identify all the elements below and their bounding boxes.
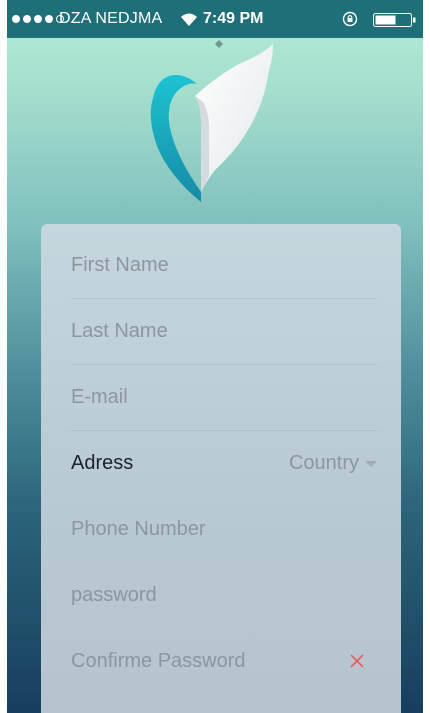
- email-placeholder: E-mail: [71, 385, 128, 408]
- battery-icon: [373, 13, 416, 27]
- country-label: Country: [288, 451, 359, 474]
- country-dropdown[interactable]: Country: [289, 452, 377, 475]
- carrier-name: DZA NEDJMA: [59, 10, 163, 27]
- first-name-placeholder: First Name: [71, 253, 169, 276]
- phone-number-field[interactable]: Phone Number: [71, 496, 377, 562]
- orientation-lock-icon: [342, 11, 358, 27]
- last-name-placeholder: Last Name: [71, 319, 168, 342]
- password-placeholder: password: [71, 583, 157, 606]
- first-name-field[interactable]: First Name: [71, 232, 377, 299]
- heart-d-logo-icon: [150, 40, 273, 202]
- wifi-icon: [181, 13, 197, 26]
- status-bar: DZA NEDJMA 7:49 PM: [7, 0, 423, 38]
- status-time: 7:49 PM: [203, 10, 264, 27]
- close-icon[interactable]: [349, 653, 365, 669]
- confirm-password-placeholder: Confirme Password: [71, 649, 246, 672]
- password-field[interactable]: password: [71, 562, 377, 628]
- address-row: Adress Country: [71, 430, 377, 496]
- last-name-field[interactable]: Last Name: [71, 298, 377, 365]
- confirm-password-field[interactable]: Confirme Password: [71, 628, 377, 694]
- phone-placeholder: Phone Number: [71, 517, 206, 540]
- signal-dots-icon: [12, 15, 64, 23]
- signup-form: First Name Last Name E-mail Adress Count…: [41, 224, 401, 713]
- email-field[interactable]: E-mail: [71, 364, 377, 431]
- app-screen: DZA NEDJMA 7:49 PM First Name Last Name …: [7, 0, 423, 713]
- address-label: Adress: [71, 451, 134, 474]
- chevron-down-icon: [365, 461, 377, 467]
